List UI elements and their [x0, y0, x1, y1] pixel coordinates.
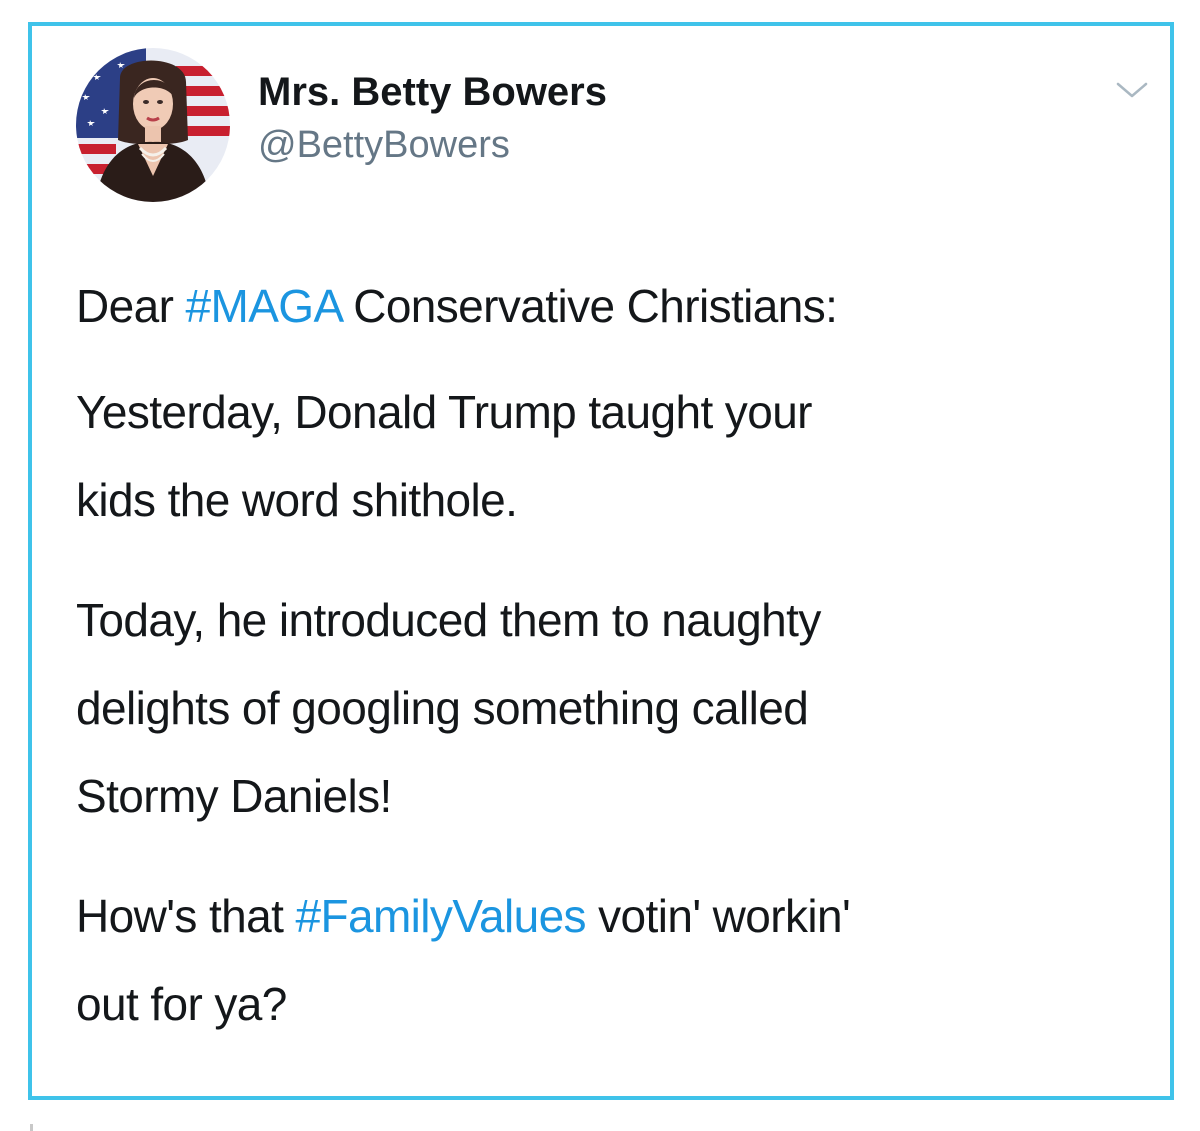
tweet-line: kids the word shithole.	[76, 474, 518, 526]
text-segment: How's that	[76, 890, 296, 942]
avatar[interactable]	[76, 48, 230, 202]
tweet-paragraph: Today, he introduced them to naughty del…	[76, 576, 1156, 840]
text-segment: votin' workin'	[585, 890, 851, 942]
tweet-line: How's that #FamilyValues votin' workin'	[76, 872, 1156, 960]
chevron-down-icon[interactable]	[1114, 78, 1150, 102]
display-name[interactable]: Mrs. Betty Bowers	[258, 68, 607, 116]
user-handle[interactable]: @BettyBowers	[258, 122, 607, 168]
tweet-line: Yesterday, Donald Trump taught your	[76, 386, 812, 438]
tweet-line: Stormy Daniels!	[76, 770, 392, 822]
tweet-line: out for ya?	[76, 978, 287, 1030]
profile-photo-icon	[76, 48, 230, 202]
tweet-line: Dear #MAGA Conservative Christians:	[76, 276, 1156, 336]
text-segment: Dear	[76, 280, 186, 332]
text-segment: Conservative Christians:	[341, 280, 838, 332]
hashtag-link[interactable]: #MAGA	[186, 280, 342, 332]
tweet-paragraph: How's that #FamilyValues votin' workin' …	[76, 872, 1156, 1048]
tweet-paragraph: Dear #MAGA Conservative Christians:	[76, 276, 1156, 336]
hashtag-link[interactable]: #FamilyValues	[296, 890, 587, 942]
tweet-paragraph: Yesterday, Donald Trump taught your kids…	[76, 368, 1156, 544]
tweet-line: Today, he introduced them to naughty	[76, 594, 821, 646]
divider-mark	[30, 1124, 33, 1131]
tweet-text: Dear #MAGA Conservative Christians: Yest…	[76, 276, 1156, 1048]
tweet-line: delights of googling something called	[76, 682, 809, 734]
tweet-card: Mrs. Betty Bowers @BettyBowers Dear #MAG…	[28, 22, 1174, 1100]
author-block[interactable]: Mrs. Betty Bowers @BettyBowers	[258, 68, 607, 168]
